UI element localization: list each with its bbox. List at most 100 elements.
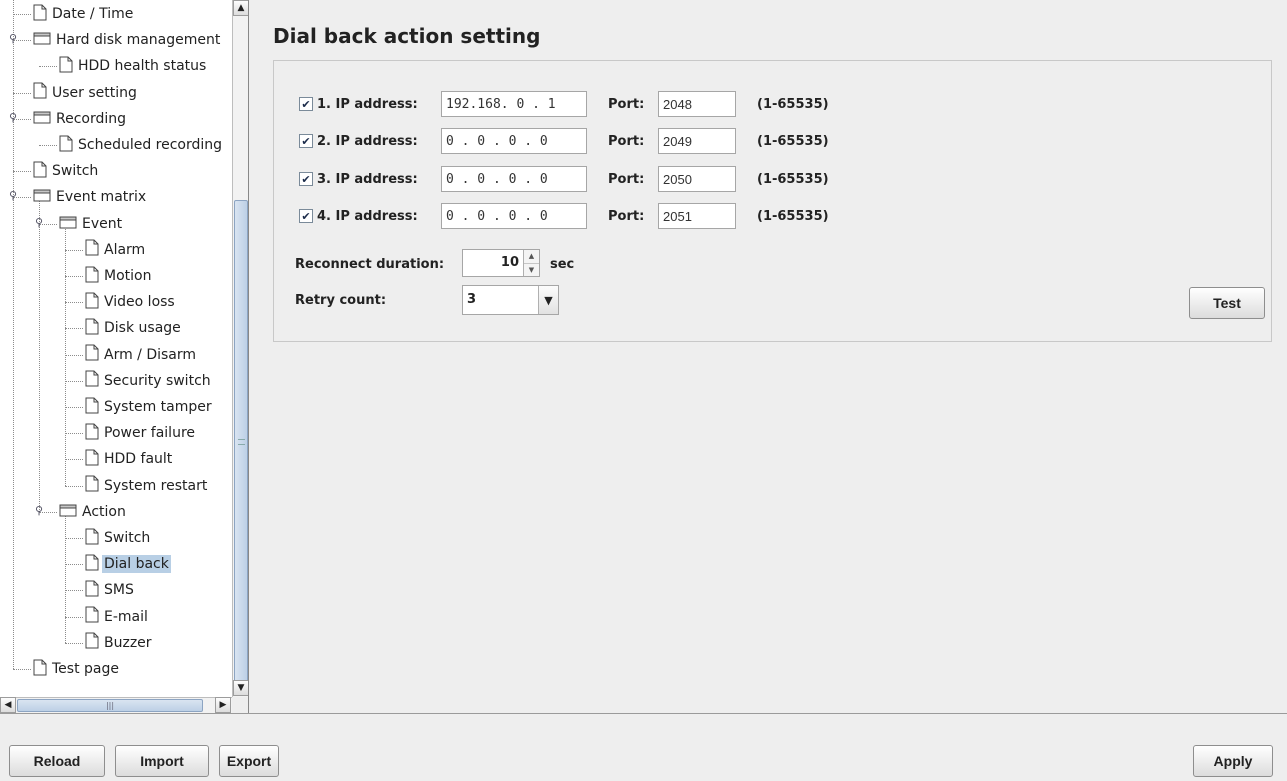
tree-item[interactable]: System tamper bbox=[85, 394, 214, 420]
tree-item[interactable]: User setting bbox=[33, 80, 139, 106]
reconnect-duration-value[interactable]: 10 bbox=[463, 250, 523, 276]
folder-icon bbox=[33, 110, 51, 128]
apply-button[interactable]: Apply bbox=[1193, 745, 1273, 777]
spinner-down-icon[interactable]: ▼ bbox=[524, 262, 539, 276]
spinner-arrows[interactable]: ▲ ▼ bbox=[523, 250, 539, 276]
tree-item[interactable]: Event bbox=[59, 211, 124, 237]
tree-item[interactable]: SMS bbox=[85, 577, 136, 603]
export-button[interactable]: Export bbox=[219, 745, 279, 777]
enable-checkbox[interactable]: ✔ bbox=[299, 172, 313, 186]
port-input[interactable]: 2050 bbox=[658, 166, 736, 192]
file-icon bbox=[85, 554, 99, 575]
dropdown-arrow-icon[interactable]: ▼ bbox=[538, 286, 558, 314]
tree-item[interactable]: Buzzer bbox=[85, 630, 154, 656]
tree-connector bbox=[39, 66, 57, 68]
scroll-down-button[interactable]: ▼ bbox=[233, 680, 248, 696]
tree-vertical-scrollbar[interactable]: ▲ ▼ bbox=[232, 0, 248, 697]
tree-item-label: Video loss bbox=[104, 294, 175, 311]
import-button[interactable]: Import bbox=[115, 745, 209, 777]
tree-item[interactable]: Disk usage bbox=[85, 315, 183, 341]
tree-item[interactable]: Test page bbox=[33, 656, 121, 682]
ip-address-input[interactable]: 0 . 0 . 0 . 0 bbox=[441, 203, 587, 229]
enable-checkbox[interactable]: ✔ bbox=[299, 134, 313, 148]
tree-item[interactable]: Recording bbox=[33, 106, 128, 132]
tree-item[interactable]: System restart bbox=[85, 473, 209, 499]
ip-address-input[interactable]: 192.168. 0 . 1 bbox=[441, 91, 587, 117]
expand-handle-icon[interactable]: ⚲ bbox=[9, 190, 17, 201]
scroll-thumb[interactable] bbox=[234, 200, 248, 686]
tree-item-label: Recording bbox=[56, 110, 127, 127]
retry-count-select[interactable]: 3 ▼ bbox=[462, 285, 559, 315]
tree-item[interactable]: Hard disk management bbox=[33, 27, 222, 53]
horizontal-scroll-thumb[interactable]: ||| bbox=[17, 699, 203, 712]
folder-icon bbox=[33, 31, 51, 49]
scroll-right-button[interactable]: ▶ bbox=[215, 697, 231, 713]
file-icon bbox=[85, 475, 99, 496]
tree-item[interactable]: Dial back bbox=[85, 551, 171, 577]
scroll-left-button[interactable]: ◀ bbox=[0, 697, 16, 713]
tree-connector bbox=[65, 380, 83, 382]
tree-connector bbox=[13, 92, 31, 94]
file-icon bbox=[85, 344, 99, 365]
tree-connector bbox=[65, 459, 83, 461]
tree-item-label: Buzzer bbox=[104, 634, 152, 651]
tree-item[interactable]: Action bbox=[59, 499, 128, 525]
ip-address-input[interactable]: 0 . 0 . 0 . 0 bbox=[441, 128, 587, 154]
tree-item[interactable]: Video loss bbox=[85, 289, 177, 315]
spinner-up-icon[interactable]: ▲ bbox=[524, 250, 539, 263]
page-title: Dial back action setting bbox=[273, 24, 541, 48]
tree-item[interactable]: Security switch bbox=[85, 368, 213, 394]
expand-handle-icon[interactable]: ⚲ bbox=[9, 33, 17, 44]
tree-horizontal-scrollbar[interactable]: ◀ ||| ▶ bbox=[0, 697, 232, 713]
port-label: Port: bbox=[608, 208, 645, 224]
tree-item[interactable]: HDD fault bbox=[85, 446, 174, 472]
reload-button[interactable]: Reload bbox=[9, 745, 105, 777]
tree-item[interactable]: Switch bbox=[33, 158, 100, 184]
port-range-hint: (1-65535) bbox=[757, 96, 829, 112]
enable-checkbox[interactable]: ✔ bbox=[299, 97, 313, 111]
test-button[interactable]: Test bbox=[1189, 287, 1265, 319]
ip-address-input[interactable]: 0 . 0 . 0 . 0 bbox=[441, 166, 587, 192]
tree-guide-line bbox=[13, 0, 14, 669]
port-input[interactable]: 2048 bbox=[658, 91, 736, 117]
tree-item[interactable]: Event matrix bbox=[33, 184, 148, 210]
tree-item[interactable]: Switch bbox=[85, 525, 152, 551]
dial-back-settings-panel: ✔ 1. IP address: 192.168. 0 . 1 Port: 2048 (1… bbox=[273, 60, 1272, 342]
tree-item-label: Dial back bbox=[102, 555, 171, 574]
file-icon bbox=[85, 370, 99, 391]
port-input[interactable]: 2049 bbox=[658, 128, 736, 154]
tree-item-label: SMS bbox=[104, 582, 134, 599]
tree-item-label: HDD health status bbox=[78, 58, 207, 75]
expand-handle-icon[interactable]: ⚲ bbox=[9, 112, 17, 123]
tree-item[interactable]: Arm / Disarm bbox=[85, 342, 198, 368]
expand-handle-icon[interactable]: ⚲ bbox=[35, 505, 43, 516]
tree-item[interactable]: Motion bbox=[85, 263, 153, 289]
scroll-up-button[interactable]: ▲ bbox=[233, 0, 248, 16]
tree-connector bbox=[13, 14, 31, 15]
tree-item-label: Test page bbox=[52, 661, 119, 677]
tree-item[interactable]: HDD health status bbox=[59, 53, 208, 79]
enable-checkbox[interactable]: ✔ bbox=[299, 209, 313, 223]
tree-item[interactable]: E-mail bbox=[85, 604, 150, 630]
tree-item[interactable]: Scheduled recording bbox=[59, 132, 224, 158]
tree-connector bbox=[65, 276, 83, 277]
file-icon bbox=[85, 292, 99, 313]
tree-item-label: Power failure bbox=[104, 425, 195, 442]
retry-count-label: Retry count: bbox=[295, 293, 387, 308]
reconnect-duration-spinner[interactable]: 10 ▲ ▼ bbox=[462, 249, 540, 277]
tree-item[interactable]: Power failure bbox=[85, 420, 197, 446]
retry-count-value[interactable]: 3 bbox=[463, 286, 538, 314]
tree-item[interactable]: Date / Time bbox=[33, 1, 135, 27]
bottom-action-bar: Reload Import Export Apply bbox=[0, 713, 1287, 781]
settings-tree-panel: Date / Time ⚲ Hard disk management HDD heal… bbox=[0, 0, 249, 713]
tree-item-label: Security switch bbox=[104, 372, 211, 389]
tree-item-label: Event matrix bbox=[56, 189, 147, 206]
tree-connector bbox=[65, 590, 83, 592]
expand-handle-icon[interactable]: ⚲ bbox=[35, 217, 43, 228]
tree-connector bbox=[65, 616, 83, 618]
tree-connector bbox=[65, 354, 83, 356]
port-range-hint: (1-65535) bbox=[757, 171, 829, 187]
tree-item[interactable]: Alarm bbox=[85, 237, 147, 263]
tree-guide-line bbox=[65, 511, 66, 643]
port-input[interactable]: 2051 bbox=[658, 203, 736, 229]
